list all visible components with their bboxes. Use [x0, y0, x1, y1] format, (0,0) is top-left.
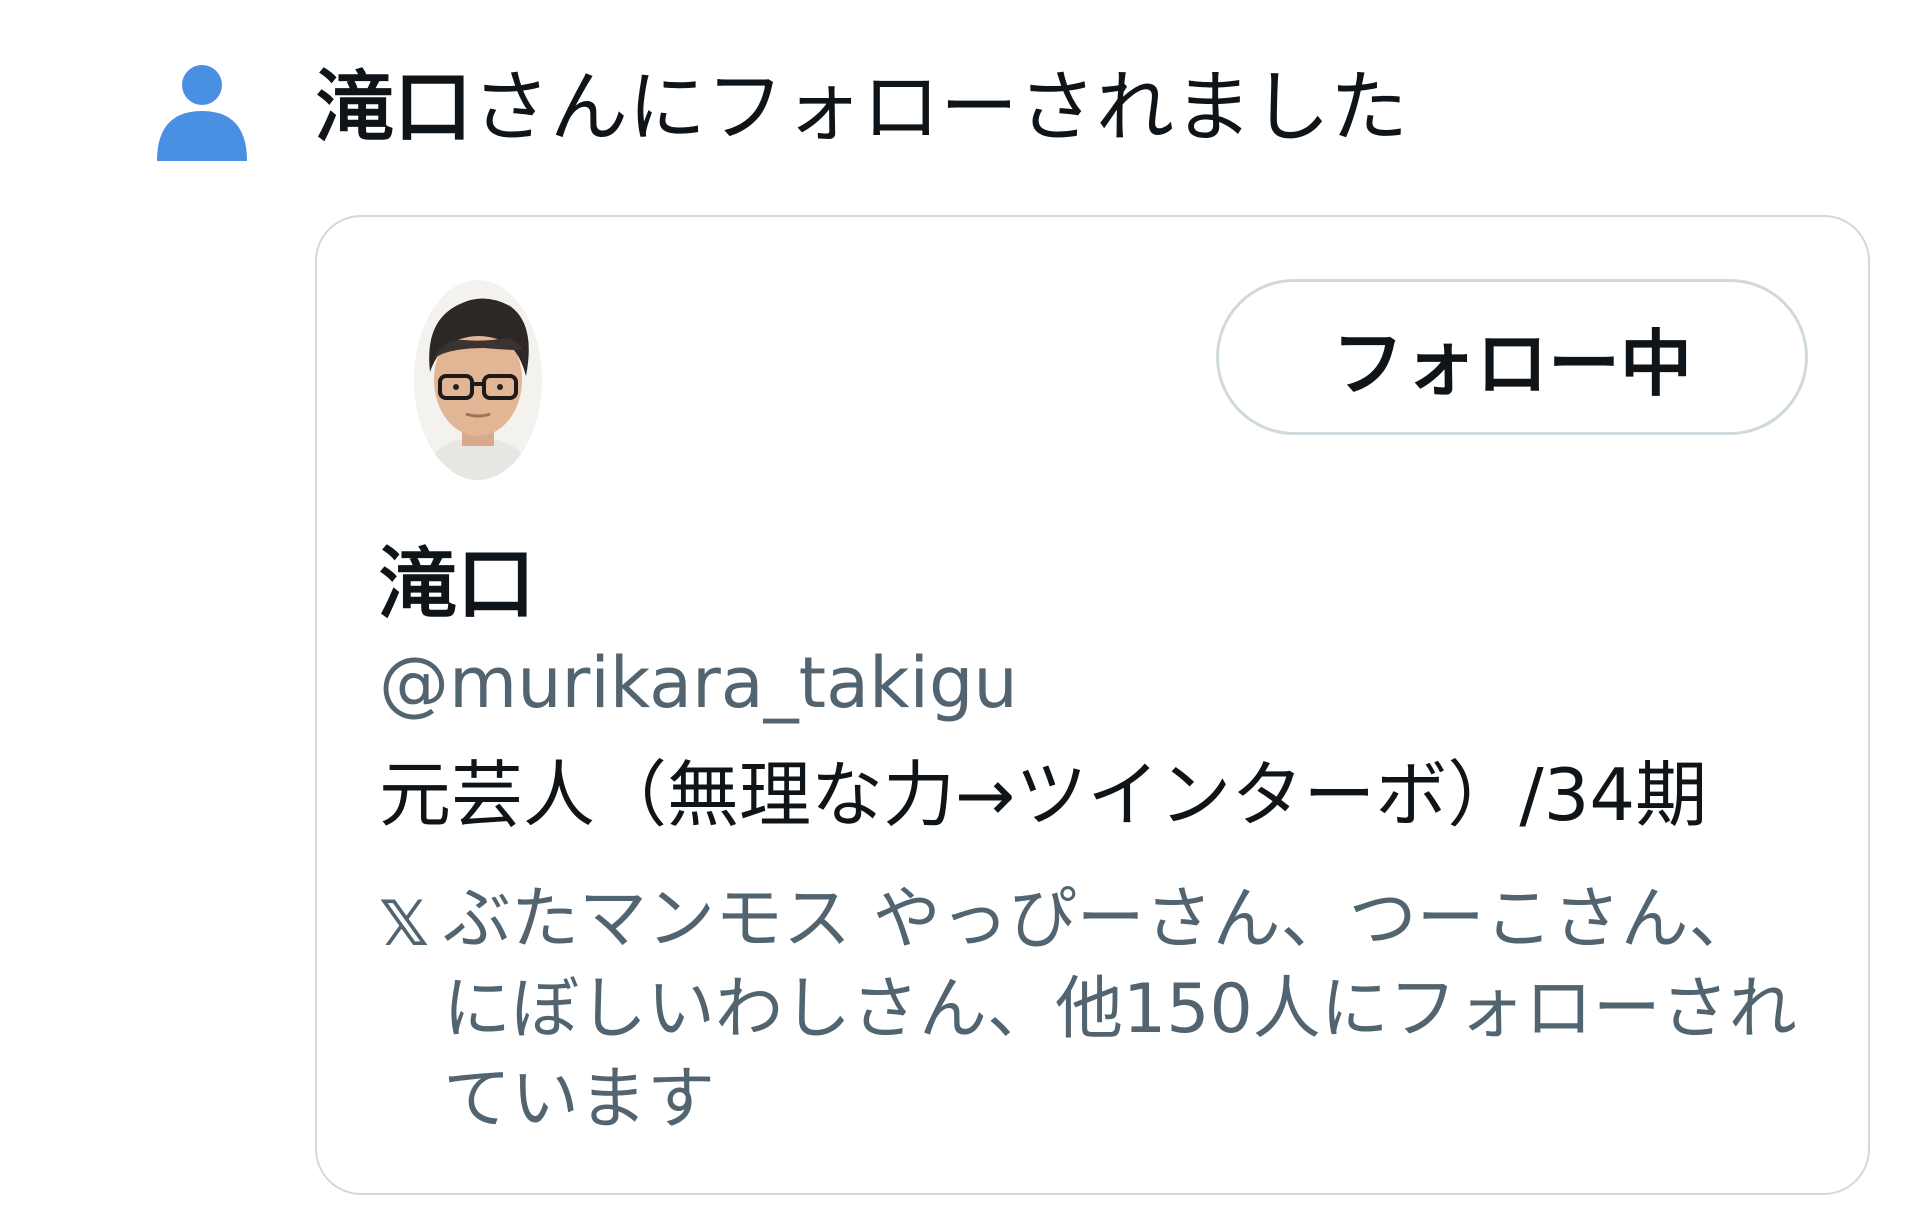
notification-title: 滝口さんにフォローされました — [316, 58, 1408, 158]
mutual-followers[interactable]: 𝕏 ぶたマンモス やっぴーさん、つーこさん、にぼしいわしさん、他150人にフォロ… — [379, 875, 1819, 1145]
user-handle[interactable]: @murikara_takigu — [379, 635, 1018, 731]
follower-name-link[interactable]: 滝口 — [316, 63, 472, 153]
follow-notification[interactable]: 滝口さんにフォローされました フォロー中 滝口 @murikara_takigu… — [0, 0, 1920, 1230]
user-bio: 元芸人（無理な力→ツインターボ）/34期 — [379, 753, 1708, 837]
person-icon — [157, 63, 247, 161]
following-button[interactable]: フォロー中 — [1216, 279, 1808, 435]
mutual-followers-text: ぶたマンモス やっぴーさん、つーこさん、にぼしいわしさん、他150人にフォローさ… — [443, 880, 1797, 1139]
notification-text: さんにフォローされました — [472, 63, 1409, 153]
avatar[interactable] — [414, 280, 542, 480]
user-card[interactable]: フォロー中 滝口 @murikara_takigu 元芸人（無理な力→ツインター… — [315, 215, 1870, 1195]
x-logo-icon: 𝕏 — [379, 887, 429, 960]
display-name[interactable]: 滝口 — [379, 535, 535, 635]
